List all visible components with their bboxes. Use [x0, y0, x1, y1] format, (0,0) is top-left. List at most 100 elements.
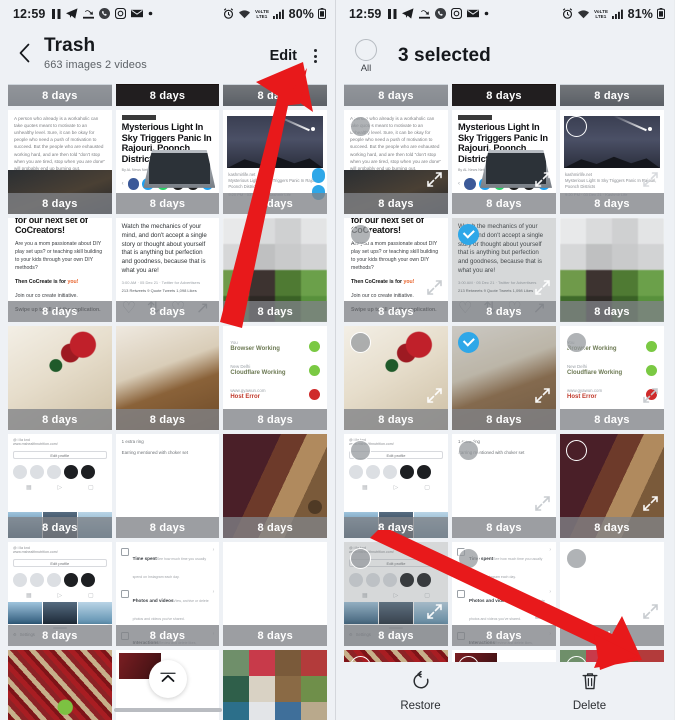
grid-tile-dress[interactable]: 8 days [223, 434, 328, 538]
facebook-icon [127, 178, 140, 191]
grid-tile-ig-profile[interactable]: @ i lla knd www.mshealthnutrition.com/ E… [8, 434, 112, 538]
grid-tile-tweet-selected[interactable]: Watch the mechanics of your mind, and do… [452, 218, 556, 322]
grid-tile-settings-list[interactable]: Time spentSee how much time you usually … [452, 542, 556, 646]
expand-icon[interactable] [425, 386, 444, 405]
grid-tile-tweet[interactable]: Watch the mechanics of your mind, and do… [115, 218, 220, 322]
expand-icon[interactable] [641, 170, 660, 189]
expand-icon[interactable] [533, 386, 552, 405]
grid-tile-ig-settings-selected[interactable]: @ i lla knd www.mshealthnutrition.com/ E… [344, 542, 448, 646]
grid-row: 8 days 8 days 8 days [8, 84, 328, 106]
expand-icon[interactable] [641, 386, 660, 405]
pause-icon [388, 8, 397, 19]
trash-grid-left[interactable]: 8 days 8 days 8 days A person who alread… [0, 84, 335, 720]
expand-icon[interactable] [425, 602, 444, 621]
grid-tab-icon: ▦ [25, 593, 32, 599]
grid-tile-article[interactable]: A person who already is a workaholic can… [344, 110, 448, 214]
grid-tile-mosaic[interactable]: 8 days [560, 218, 664, 322]
ig-highlights [13, 465, 107, 479]
expand-icon[interactable] [641, 602, 660, 621]
selection-checkbox[interactable] [458, 440, 479, 461]
ig-edit-profile-button-2[interactable]: Edit profile [13, 559, 107, 567]
whatsapp-icon [435, 8, 447, 19]
trash-icon [580, 671, 600, 696]
grid-tile-rose[interactable]: 8 days [8, 326, 112, 430]
kebab-menu-icon[interactable] [307, 45, 323, 67]
selection-checkbox[interactable] [566, 548, 587, 569]
grid-tile-collage[interactable] [223, 650, 328, 720]
select-all-control[interactable]: All [346, 39, 386, 74]
expand-icon[interactable] [533, 170, 552, 189]
selection-checkbox[interactable] [566, 116, 587, 137]
selection-checkbox-checked[interactable] [458, 224, 479, 245]
promo-cta-em: you! [67, 279, 79, 286]
grid-tile[interactable]: 8 days [452, 84, 556, 106]
grid-tile[interactable]: 8 days [344, 84, 448, 106]
reels-tab-icon: ▷ [393, 485, 399, 491]
photos-icon [120, 590, 129, 598]
scroll-to-top-button[interactable] [148, 660, 187, 698]
restore-button[interactable]: Restore [336, 670, 505, 712]
grid-tile-status[interactable]: YouBrowser Working New DelhiCloudflare W… [223, 326, 328, 430]
selection-checkbox[interactable] [350, 332, 371, 353]
expand-icon[interactable] [425, 170, 444, 189]
chevron-up-icon [312, 168, 326, 183]
tagged-tab-icon: ▢ [88, 485, 94, 491]
grid-tile-rose[interactable]: 8 days [344, 326, 448, 430]
expand-icon[interactable] [533, 494, 552, 513]
grid-tile-article[interactable]: A person who already is a workaholic can… [8, 110, 112, 214]
selection-checkbox[interactable] [350, 440, 371, 461]
grid-tile-news[interactable]: Mysterious Light In Sky Triggers Panic I… [452, 110, 556, 214]
chevron-right-icon: › [212, 589, 215, 595]
days-badge: 8 days [115, 301, 220, 322]
wifi-icon [238, 9, 251, 19]
selection-checkbox-checked[interactable] [458, 332, 479, 353]
grid-tile-promo[interactable]: for our next set of CoCreators! Are you … [344, 218, 448, 322]
grid-tile-blank[interactable]: 8 days [223, 542, 328, 646]
grid-tile-chili[interactable] [8, 650, 112, 720]
grid-tile-ig-settings[interactable]: @ i lla knd www.mshealthnutrition.com/ E… [8, 542, 112, 646]
dual-screenshot-stage: 12:59 VoLTE LTE1 80% Trash 663 images 2 … [0, 0, 675, 720]
expand-icon[interactable] [425, 494, 444, 513]
edit-button[interactable]: Edit [270, 48, 297, 64]
grid-tile-note[interactable]: 1 extra ring Earring mentioned with chok… [115, 434, 220, 538]
expand-icon[interactable] [425, 278, 444, 297]
grid-tile-keychains-selected[interactable]: 8 days [452, 326, 556, 430]
select-all-checkbox[interactable] [355, 39, 377, 61]
expand-icon[interactable] [641, 494, 660, 513]
grid-tile-promo[interactable]: for our next set of CoCreators! Are you … [8, 218, 112, 322]
selection-checkbox[interactable] [566, 440, 587, 461]
grid-tile-dress[interactable]: 8 days [560, 434, 664, 538]
back-button[interactable] [10, 40, 38, 70]
grid-tile-status[interactable]: YouBrowser Working New DelhiCloudflare W… [560, 326, 664, 430]
mail-icon [131, 9, 144, 18]
grid-tile-sky[interactable]: kashmirlife.net Mysterious Light In Sky … [560, 110, 664, 214]
selection-checkbox[interactable] [566, 332, 587, 353]
trash-grid-right[interactable]: 8 days 8 days 8 days A person who alread… [336, 84, 674, 720]
ig-edit-profile-button[interactable]: Edit profile [13, 451, 107, 459]
grid-tile-note[interactable]: 1 extra ring Earring mentioned with chok… [452, 434, 556, 538]
expand-icon[interactable] [533, 602, 552, 621]
grid-tile-mosaic[interactable]: 8 days [223, 218, 328, 322]
grid-tile[interactable]: 8 days [560, 84, 664, 106]
battery-percent-right: 81% [627, 6, 653, 21]
grid-tile[interactable]: 8 days [8, 84, 112, 106]
navigation-pill[interactable] [113, 708, 222, 712]
expand-icon[interactable] [533, 278, 552, 297]
grid-tile-news[interactable]: Mysterious Light In Sky Triggers Panic I… [115, 110, 220, 214]
delete-button[interactable]: Delete [505, 671, 674, 712]
grid-tile[interactable]: 8 days [115, 84, 220, 106]
grid-row: @ i lla knd www.mshealthnutrition.com/ E… [8, 542, 328, 646]
status-left-icons [52, 8, 153, 19]
grid-tile-keychains[interactable]: 8 days [115, 326, 220, 430]
check-ok-icon [309, 364, 321, 376]
grid-tile-blank[interactable]: 8 days [560, 542, 664, 646]
selection-checkbox[interactable] [350, 116, 371, 137]
grid-tile-settings-list[interactable]: Time spentSee how much time you usually … [115, 542, 220, 646]
status-left-icons [388, 8, 489, 19]
selection-checkbox[interactable] [350, 548, 371, 569]
grid-tile-sky[interactable]: kashmirlife.net Mysterious Light In Sky … [223, 110, 328, 214]
selection-checkbox[interactable] [350, 224, 371, 245]
grid-tile-ig-profile[interactable]: @ i lla knd www.mshealthnutrition.com/ E… [344, 434, 448, 538]
grid-tile[interactable]: 8 days [223, 84, 328, 106]
selection-checkbox[interactable] [458, 548, 479, 569]
